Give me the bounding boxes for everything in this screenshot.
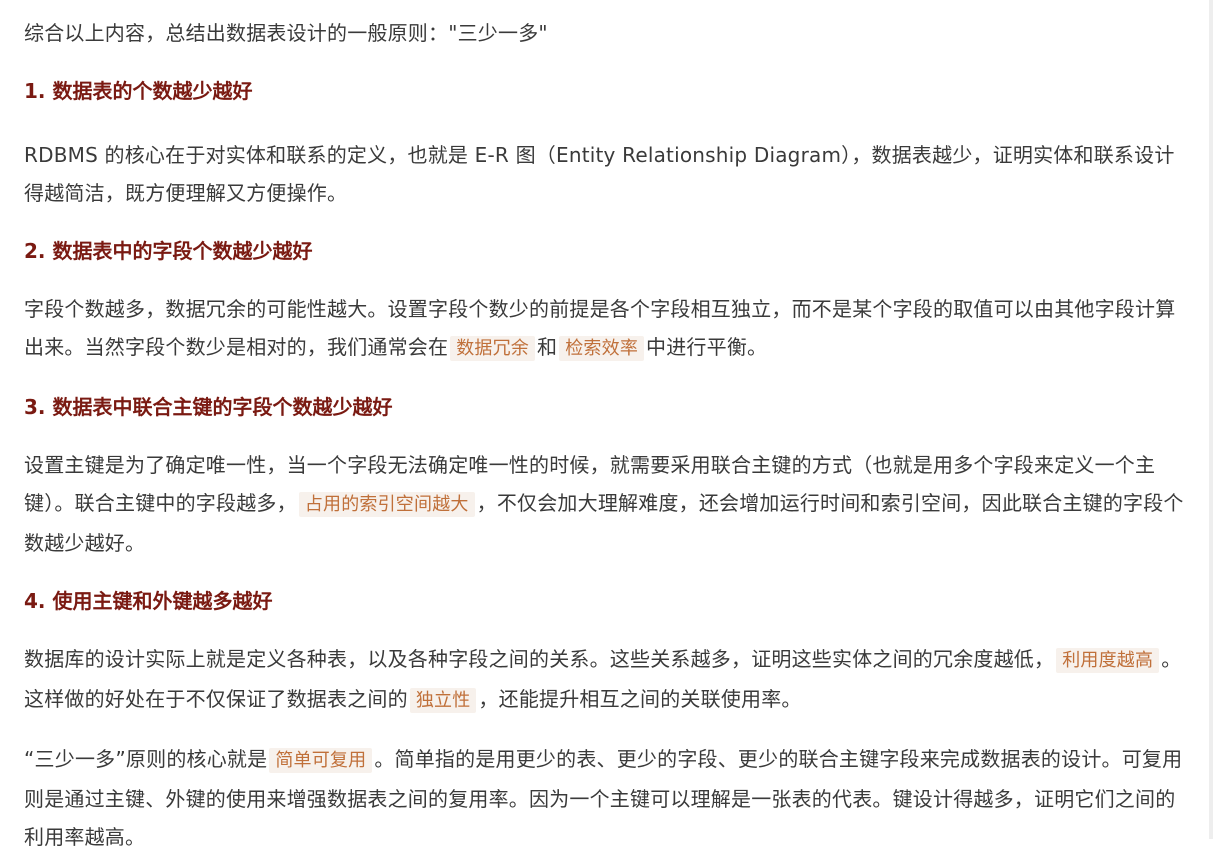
inline-code-data-redundancy: 数据冗余 [450,336,536,361]
text-run: 数据库的设计实际上就是定义各种表，以及各种字段之间的关系。这些关系越多，证明这些… [24,647,1055,671]
section-2-heading: 2. 数据表中的字段个数越少越好 [24,239,313,263]
text-run: 和 [537,335,558,359]
section-3-heading: 3. 数据表中联合主键的字段个数越少越好 [24,395,393,419]
inline-code-retrieval-efficiency: 检索效率 [559,336,645,361]
text-run: ，还能提升相互之间的关联使用率。 [478,687,802,711]
document-body: 综合以上内容，总结出数据表设计的一般原则："三少一多" 1. 数据表的个数越少越… [0,0,1213,849]
section-4-paragraph: 数据库的设计实际上就是定义各种表，以及各种字段之间的关系。这些关系越多，证明这些… [24,640,1189,720]
section-1-heading: 1. 数据表的个数越少越好 [24,79,253,103]
text-run: “三少一多”原则的核心就是 [24,747,268,771]
section-1-paragraph: RDBMS 的核心在于对实体和联系的定义，也就是 E-R 图（Entity Re… [24,143,1175,205]
intro-paragraph: 综合以上内容，总结出数据表设计的一般原则："三少一多" [24,21,548,45]
text-run: 中进行平衡。 [646,335,768,359]
section-3-paragraph: 设置主键是为了确定唯一性，当一个字段无法确定唯一性的时候，就需要采用联合主键的方… [24,446,1189,562]
section-2-paragraph: 字段个数越多，数据冗余的可能性越大。设置字段个数少的前提是各个字段相互独立，而不… [24,290,1189,368]
inline-code-utilization: 利用度越高 [1056,648,1160,673]
inline-code-index-space: 占用的索引空间越大 [298,492,475,517]
page-edge-bar [1209,0,1213,839]
inline-code-independence: 独立性 [409,688,477,713]
inline-code-simple-reusable: 简单可复用 [269,748,373,773]
section-4-heading: 4. 使用主键和外键越多越好 [24,589,273,613]
